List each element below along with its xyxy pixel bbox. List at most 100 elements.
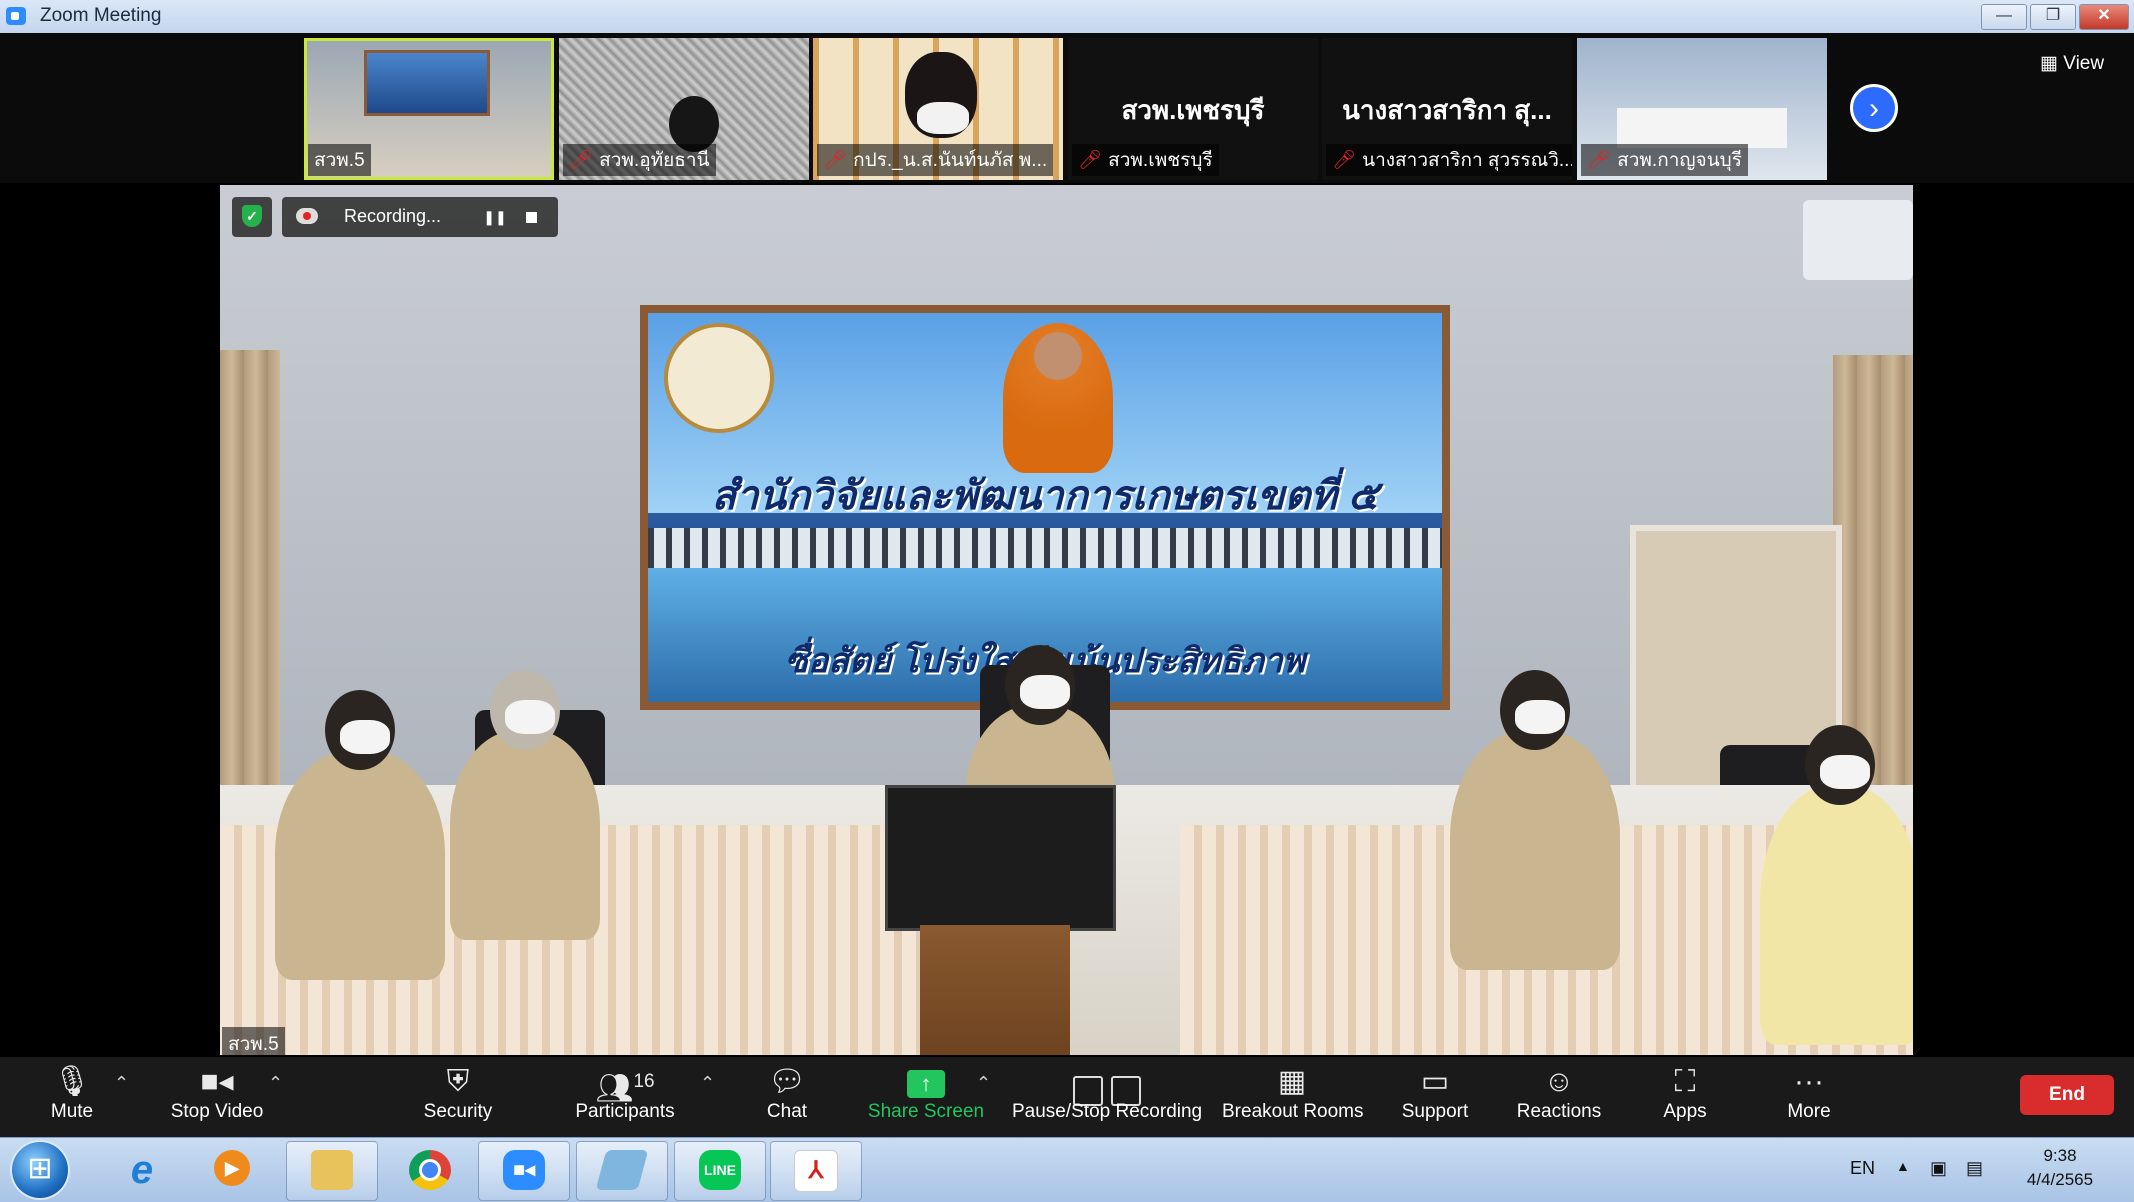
media-player-icon[interactable]: ▶ [186,1141,278,1201]
apps-label: Apps [1663,1101,1707,1122]
chrome-center [419,1159,441,1181]
chevron-up-icon[interactable]: ⌃ [114,1073,129,1094]
participants-label: Participants [575,1101,675,1122]
stop-video-label: Stop Video [170,1101,264,1122]
mic-muted-icon: 🎤︎ [1332,150,1357,171]
zoom-app-icon [6,7,26,25]
participant-name: กปร._น.ส.นันท์นภัส พ... [853,150,1048,171]
breakout-rooms-button[interactable]: ▦ Breakout Rooms [1222,1057,1364,1137]
participant-thumbnail[interactable]: 🎤︎ กปร._น.ส.นันท์นภัส พ... [813,38,1063,180]
notepad-glyph [595,1150,649,1190]
smiley-icon: ☺ [1543,1065,1575,1098]
more-button[interactable]: ··· More [1784,1057,1834,1137]
network-icon[interactable]: ▣ [1930,1158,1947,1179]
participant-thumbnail[interactable]: 🎤︎ สวพ.อุทัยธานี [559,38,809,180]
support-button[interactable]: ▭ Support [1398,1057,1472,1137]
participants-button[interactable]: 👥︎16 Participants [572,1057,678,1137]
chevron-up-icon[interactable]: ▲ [1896,1158,1910,1174]
chevron-up-icon[interactable]: ⌃ [700,1073,715,1094]
participant-thumbnail[interactable]: นางสาวสาริกา สุ... 🎤︎ นางสาวสาริกา สุวรรณ… [1322,38,1572,180]
video-person [1760,725,1913,1045]
participant-name-row: 🎤︎ กปร._น.ส.นันท์นภัส พ... [817,144,1054,176]
windows-start-button[interactable] [12,1142,68,1198]
security-label: Security [423,1101,493,1122]
participant-name-row: 🎤︎ สวพ.เพชรบุรี [1072,144,1219,176]
share-screen-button[interactable]: ↑ Share Screen [866,1057,986,1137]
video-podium [920,925,1070,1055]
minimize-button[interactable]: — [1981,4,2027,30]
participant-display-name: นางสาวสาริกา สุ... [1342,95,1552,125]
ie-glyph: e [130,1148,154,1192]
security-button[interactable]: ⛨ Security [410,1057,506,1137]
apps-button[interactable]: ⛶ Apps [1660,1057,1710,1137]
view-button[interactable]: ▦ View [2040,52,2104,75]
grid-icon: ▦ [1277,1065,1307,1098]
participants-icon: 👥︎16 [595,1071,655,1105]
power-icon[interactable]: ▤ [1966,1158,1983,1179]
pause-stop-icon [1012,1057,1202,1107]
participant-thumbnail[interactable]: สวพ.เพชรบุรี 🎤︎ สวพ.เพชรบุรี [1068,38,1318,180]
end-meeting-button[interactable]: End [2020,1075,2114,1115]
participant-display-name: สวพ.เพชรบุรี [1121,95,1265,125]
restore-button[interactable]: ❐ [2030,4,2076,30]
acrobat-glyph: ⅄ [794,1150,838,1192]
close-button[interactable]: ✕ [2079,4,2129,30]
chrome-glyph [409,1150,451,1190]
reactions-label: Reactions [1516,1101,1602,1122]
thumbnail-video [1617,108,1787,148]
participant-thumbnail[interactable]: 🎤︎ สวพ.กาญจนบุรี [1577,38,1827,180]
line-icon[interactable]: LINE [674,1141,766,1201]
line-glyph: LINE [699,1150,741,1190]
chrome-icon[interactable] [384,1141,476,1201]
media-player-glyph: ▶ [214,1150,250,1186]
reactions-button[interactable]: ☺ Reactions [1516,1057,1602,1137]
video-person [450,670,600,940]
chevron-up-icon[interactable]: ⌃ [976,1073,991,1094]
mute-button[interactable]: 🎙︎ Mute [40,1057,104,1137]
participant-name: สวพ.เพชรบุรี [1108,150,1213,171]
stop-video-button[interactable]: ■◂ Stop Video [162,1057,272,1137]
internet-explorer-icon[interactable]: e [96,1141,188,1201]
window-title: Zoom Meeting [40,5,162,26]
meeting-toolbar: 🎙︎ Mute ⌃ ■◂ Stop Video ⌃ ⛨ Security 👥︎1… [0,1057,2134,1137]
language-indicator[interactable]: EN [1850,1158,1875,1179]
participant-name-row: 🎤︎ นางสาวสาริกา สุวรรณวิ... [1326,144,1572,176]
zoom-icon[interactable]: ■◂ [478,1141,570,1201]
support-label: Support [1401,1101,1469,1122]
chat-button[interactable]: 💬︎ Chat [755,1057,819,1137]
title-bar: Zoom Meeting — ❐ ✕ [0,0,2134,34]
file-explorer-icon[interactable] [286,1141,378,1201]
chat-icon: 💬︎ [767,1065,807,1098]
video-monitor [885,785,1116,931]
microphone-icon: 🎙︎ [52,1065,92,1098]
participant-thumbnail[interactable]: สวพ.5 [304,38,554,180]
active-speaker-video: สำนักวิจัยและพัฒนาการเกษตรเขตที่ ๕ ซื่อส… [220,185,1913,1055]
participant-name-row: 🎤︎ สวพ.กาญจนบุรี [1581,144,1748,176]
pause-stop-recording-button[interactable]: Pause/Stop Recording [1012,1057,1202,1137]
pause-stop-recording-label: Pause/Stop Recording [1012,1101,1203,1122]
shield-check-icon[interactable] [232,197,272,237]
notepad-icon[interactable] [576,1141,668,1201]
zoom-glyph: ■◂ [503,1150,545,1190]
acrobat-icon[interactable]: ⅄ [770,1141,862,1201]
cloud-recording-icon [296,208,318,224]
banner-portrait [1003,323,1113,473]
video-person [275,690,445,980]
system-clock[interactable]: 9:38 4/4/2565 [2000,1144,2120,1192]
pause-icon[interactable]: ❚❚ [482,204,508,230]
video-air-conditioner [1803,200,1913,280]
mic-muted-icon: 🎤︎ [1587,150,1612,171]
speaker-name: สวพ.5 [222,1027,285,1061]
chevron-up-icon[interactable]: ⌃ [268,1073,283,1094]
clock-date: 4/4/2565 [2026,1170,2094,1189]
support-icon: ▭ [1420,1065,1450,1098]
share-screen-icon: ↑ [866,1057,986,1101]
chat-label: Chat [766,1101,808,1122]
mic-muted-icon: 🎤︎ [569,150,594,171]
stop-icon[interactable] [518,204,544,230]
folder-glyph [311,1150,353,1190]
view-label: View [2063,53,2105,74]
mute-label: Mute [50,1101,94,1122]
chevron-right-icon[interactable]: › [1850,84,1898,132]
face-mask [1820,755,1870,789]
